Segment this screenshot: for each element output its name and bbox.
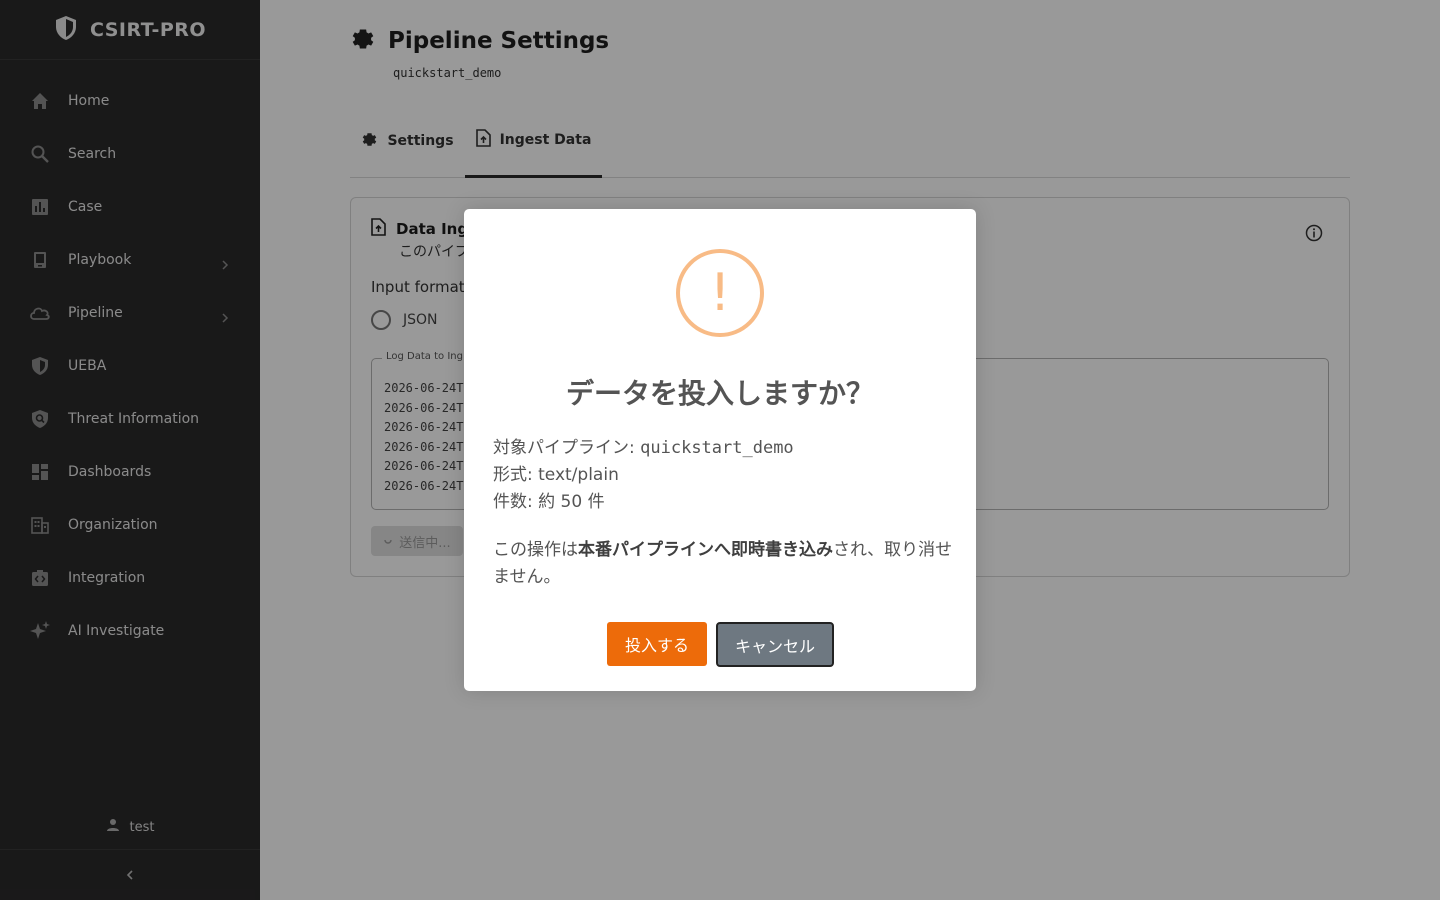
count-line: 件数: 約 50 件 bbox=[493, 492, 605, 512]
warning-icon: ! bbox=[676, 249, 764, 337]
target-pipeline-label: 対象パイプライン: bbox=[493, 438, 641, 458]
target-pipeline-value: quickstart_demo bbox=[640, 438, 794, 458]
dialog-details: 対象パイプライン: quickstart_demo 形式: text/plain… bbox=[493, 435, 794, 516]
format-line: 形式: text/plain bbox=[493, 465, 619, 485]
dialog-warning-text: この操作は本番パイプラインへ即時書き込みされ、取り消せません。 bbox=[493, 537, 953, 591]
confirm-dialog: ! データを投入しますか？ 対象パイプライン: quickstart_demo … bbox=[464, 209, 976, 691]
cancel-button[interactable]: キャンセル bbox=[716, 622, 834, 667]
confirm-ingest-button[interactable]: 投入する bbox=[607, 622, 707, 666]
target-pipeline-line: 対象パイプライン: quickstart_demo bbox=[493, 435, 794, 462]
warning-text-bold: 本番パイプラインへ即時書き込み bbox=[578, 540, 833, 560]
dialog-title: データを投入しますか？ bbox=[565, 377, 874, 410]
warning-text-pre: この操作は bbox=[493, 540, 578, 560]
